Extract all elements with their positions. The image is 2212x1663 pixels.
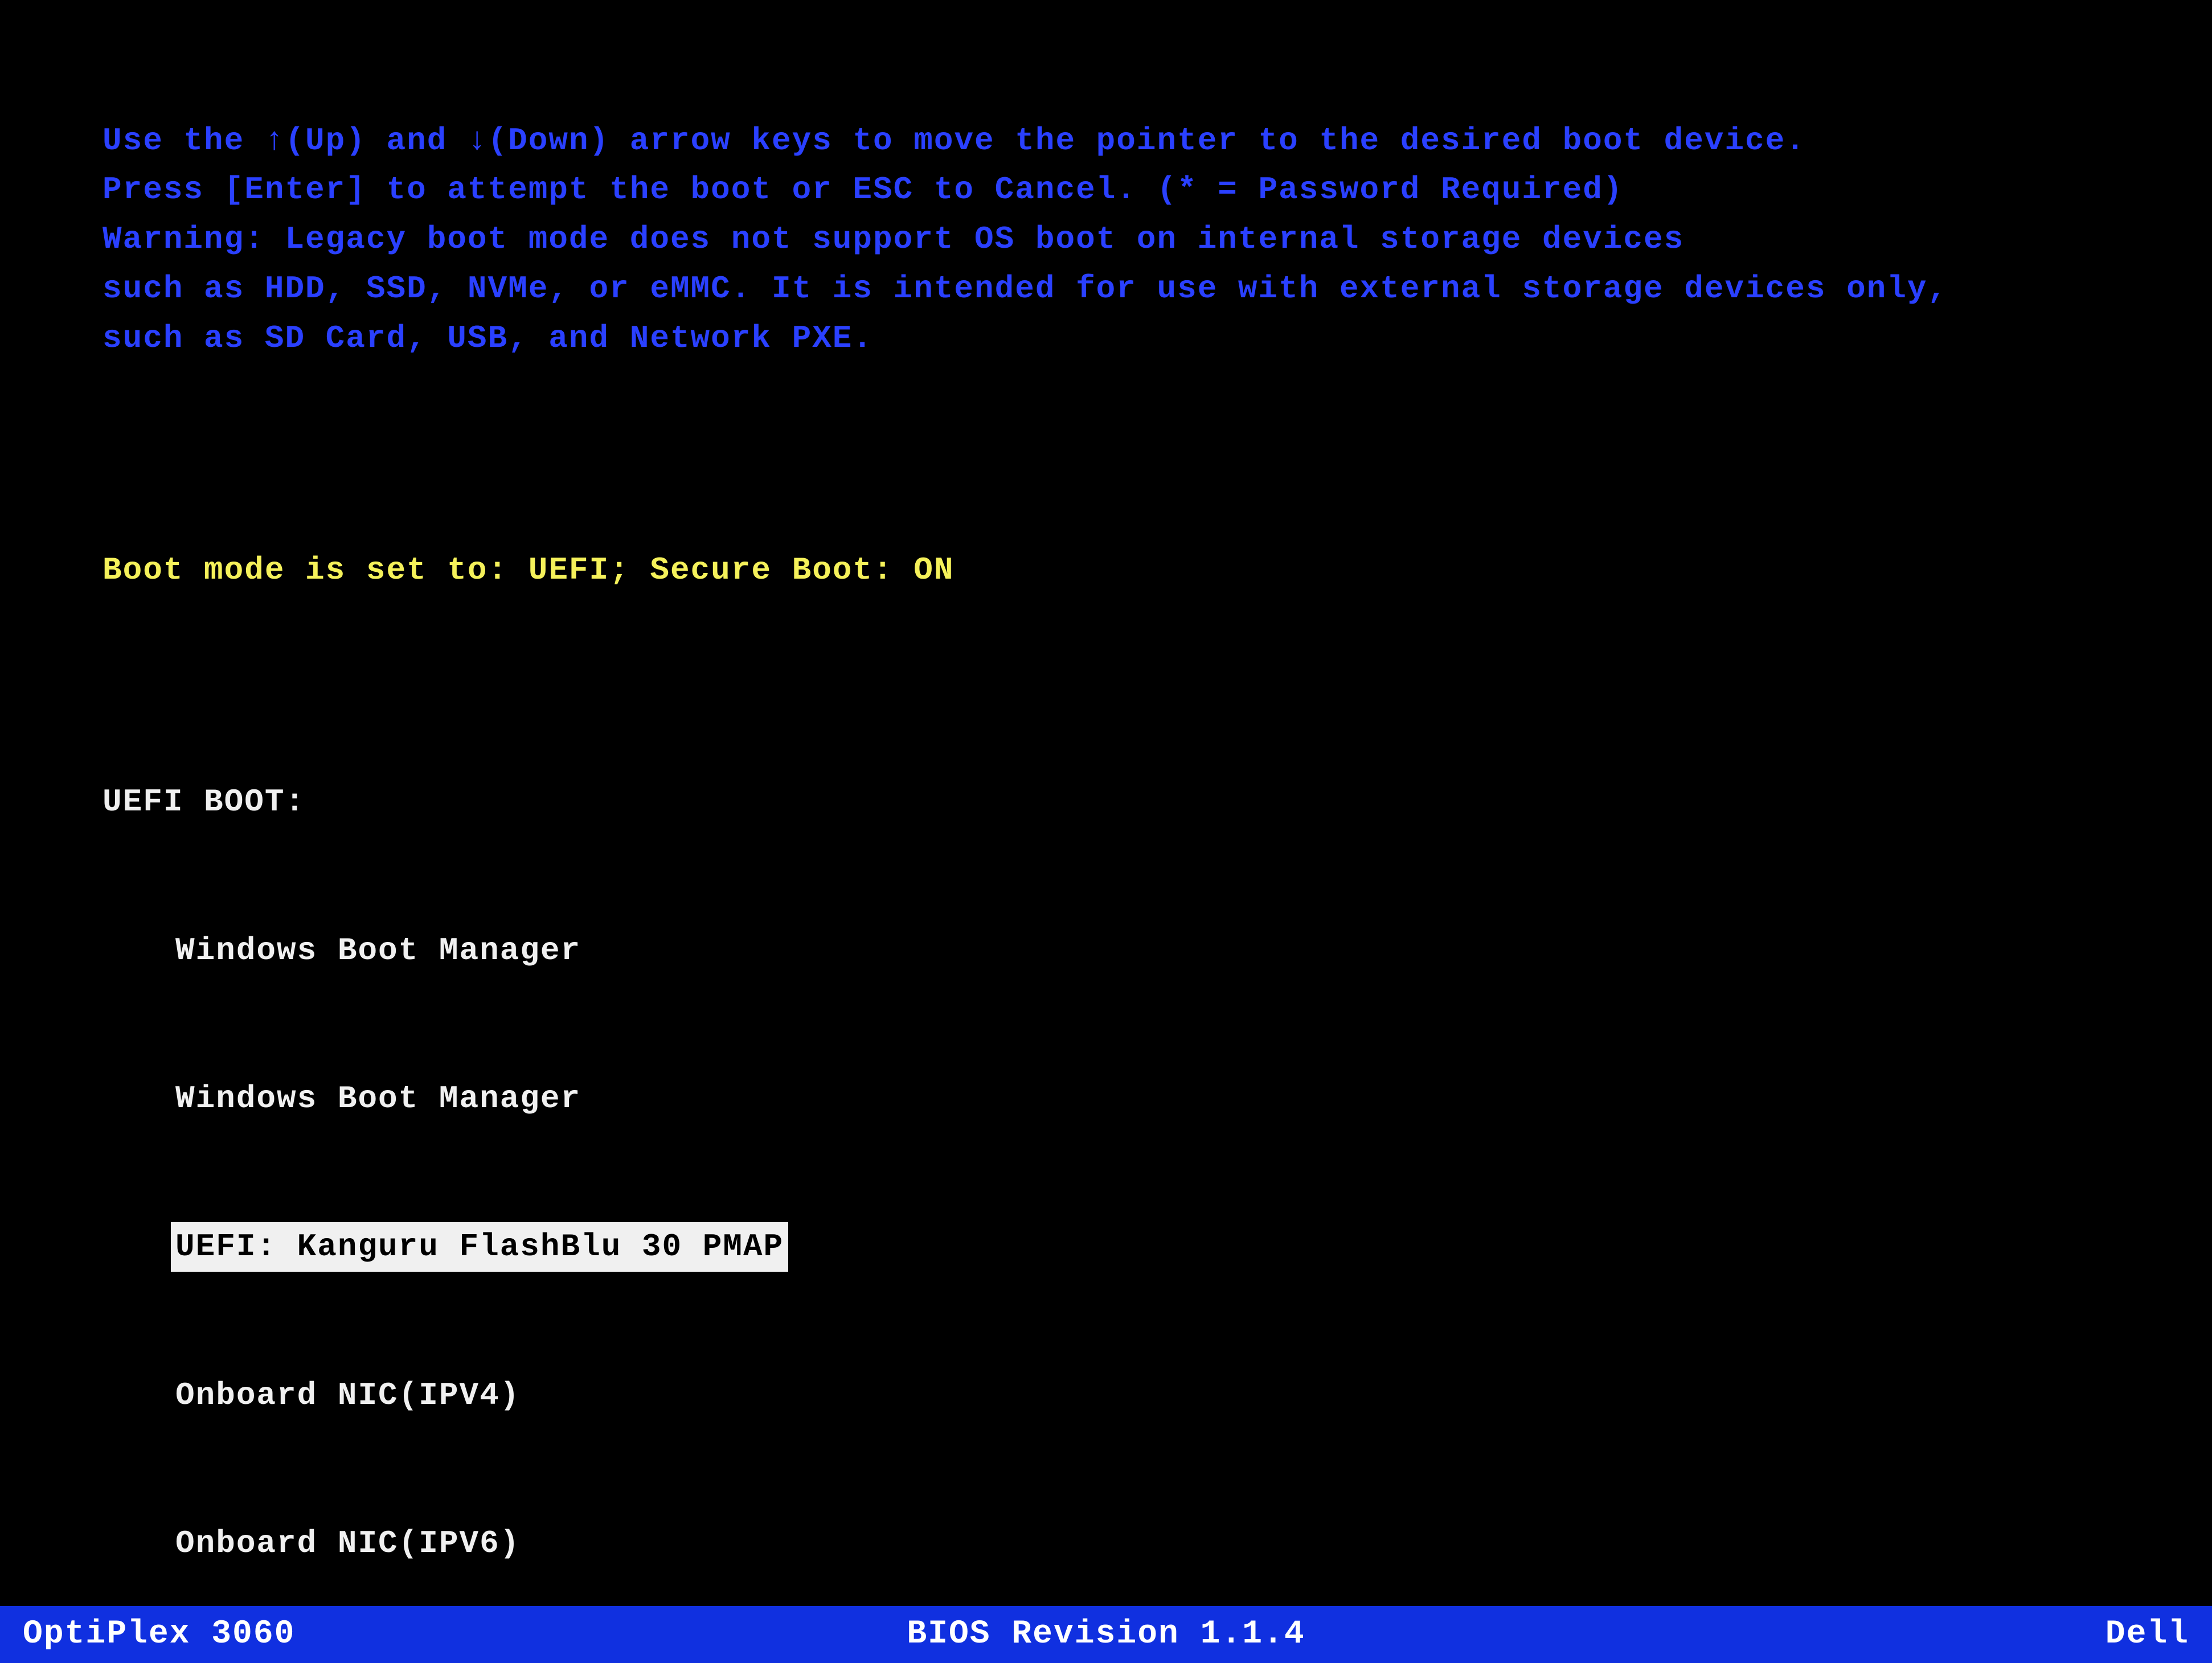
footer-bios: BIOS Revision 1.1.4: [907, 1606, 1305, 1663]
footer-vendor: Dell: [2106, 1606, 2189, 1663]
instruction-text: Use the: [103, 122, 265, 159]
instruction-text: (Up) and: [285, 122, 467, 159]
warning-text: Warning: Legacy boot mode does not suppo…: [103, 221, 1684, 257]
warning-text: such as HDD, SSD, NVMe, or eMMC. It is i…: [103, 271, 1948, 307]
warning-text: such as SD Card, USB, and Network PXE.: [103, 320, 873, 357]
footer-model: OptiPlex 3060: [23, 1606, 295, 1663]
down-arrow-icon: ↓: [468, 122, 488, 159]
boot-device-item[interactable]: Windows Boot Manager: [171, 1074, 585, 1124]
up-arrow-icon: ↑: [265, 122, 285, 159]
instructions-block: Use the ↑(Up) and ↓(Down) arrow keys to …: [103, 116, 2178, 363]
boot-device-item[interactable]: Onboard NIC(IPV6): [171, 1519, 525, 1568]
boot-menu-screen: Use the ↑(Up) and ↓(Down) arrow keys to …: [103, 17, 2178, 1663]
instruction-text: Press [Enter] to attempt the boot or ESC…: [103, 171, 1623, 208]
instruction-text: (Down) arrow keys to move the pointer to…: [488, 122, 1806, 159]
footer-bar: OptiPlex 3060 BIOS Revision 1.1.4 Dell: [0, 1606, 2212, 1663]
boot-device-item-selected[interactable]: UEFI: Kanguru FlashBlu 30 PMAP: [171, 1222, 788, 1272]
boot-device-item[interactable]: Windows Boot Manager: [171, 926, 585, 976]
uefi-boot-heading: UEFI BOOT:: [103, 777, 2178, 827]
boot-device-item[interactable]: Onboard NIC(IPV4): [171, 1371, 525, 1420]
boot-mode-status: Boot mode is set to: UEFI; Secure Boot: …: [103, 546, 2178, 595]
